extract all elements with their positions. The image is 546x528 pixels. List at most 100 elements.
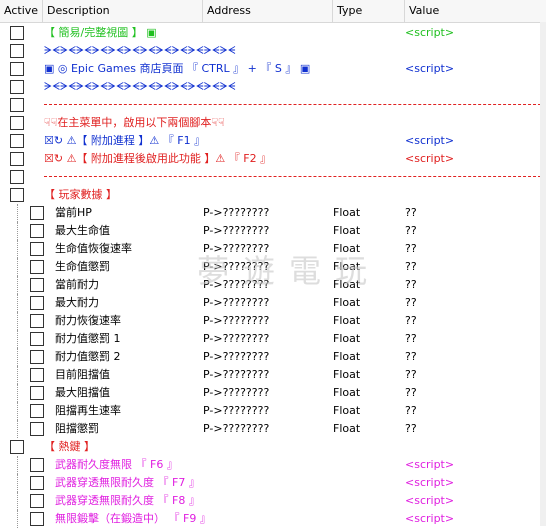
table-row[interactable]: ☟☟在主菜單中，啟用以下兩個腳本☟☟ [0, 114, 546, 132]
table-row[interactable]: 最大耐力 P->???????? Float?? [0, 294, 546, 312]
row-description: 生命值恢復速率 [55, 242, 132, 255]
table-row[interactable]: ▣ ◎ Epic Games 商店頁面 『 CTRL 』 + 『 S 』 ▣ <s… [0, 60, 546, 78]
row-value[interactable]: ?? [405, 384, 417, 402]
row-value[interactable]: ?? [405, 258, 417, 276]
row-value[interactable]: ?? [405, 294, 417, 312]
row-value[interactable]: ?? [405, 420, 417, 438]
row-value[interactable]: ?? [405, 204, 417, 222]
table-row[interactable]: 【 簡易/完整視圖 】 ▣ <script> [0, 24, 546, 42]
active-checkbox[interactable] [10, 440, 24, 454]
active-checkbox[interactable] [10, 170, 24, 184]
table-row[interactable]: 耐力恢復速率 P->???????? Float?? [0, 312, 546, 330]
active-checkbox[interactable] [10, 116, 24, 130]
tree-line [17, 456, 18, 474]
active-checkbox[interactable] [10, 44, 24, 58]
active-checkbox[interactable] [30, 368, 44, 382]
table-row[interactable]: 目前阻擋值 P->???????? Float?? [0, 366, 546, 384]
row-value[interactable]: <script> [405, 492, 454, 510]
active-checkbox[interactable] [30, 314, 44, 328]
row-type: Float [333, 350, 361, 363]
row-value[interactable]: <script> [405, 510, 454, 528]
active-checkbox[interactable] [10, 62, 24, 76]
tree-line [17, 348, 18, 366]
row-description: 目前阻擋值 [55, 368, 110, 381]
separator-line [44, 104, 546, 105]
active-checkbox[interactable] [10, 152, 24, 166]
row-value[interactable]: ?? [405, 330, 417, 348]
active-checkbox[interactable] [30, 476, 44, 490]
row-value[interactable]: <script> [405, 474, 454, 492]
row-value[interactable]: <script> [405, 24, 454, 42]
active-checkbox[interactable] [30, 260, 44, 274]
row-type: Float [333, 404, 361, 417]
vertical-scrollbar[interactable] [540, 22, 546, 526]
row-value[interactable]: ?? [405, 240, 417, 258]
row-description: 當前耐力 [55, 278, 99, 291]
table-row[interactable]: ᗒᗕᗒᗕᗒᗕᗒᗕᗒᗕᗒᗕᗒᗕᗒᗕᗒᗕᗒᗕᗒᗕᗒᗕ [0, 42, 546, 60]
table-row[interactable] [0, 96, 546, 114]
active-checkbox[interactable] [30, 332, 44, 346]
table-row[interactable]: 最大阻擋值 P->???????? Float?? [0, 384, 546, 402]
row-value[interactable]: <script> [405, 60, 454, 78]
row-value[interactable]: ?? [405, 402, 417, 420]
tree-line [17, 330, 18, 348]
active-checkbox[interactable] [10, 98, 24, 112]
row-description: 武器穿透無限耐久度 『 F7 』 [55, 476, 200, 489]
active-checkbox[interactable] [30, 224, 44, 238]
row-value[interactable]: ?? [405, 312, 417, 330]
table-row[interactable]: ☒↻ ⚠【 附加進程後啟用此功能 】⚠ 『 F2 』 <script> [0, 150, 546, 168]
tree-line [17, 474, 18, 492]
active-checkbox[interactable] [10, 80, 24, 94]
active-checkbox[interactable] [10, 188, 24, 202]
table-row[interactable]: 最大生命值 P->???????? Float?? [0, 222, 546, 240]
active-checkbox[interactable] [30, 296, 44, 310]
row-description: 【 熱鍵 】 [44, 440, 95, 453]
column-header-address[interactable]: Address [203, 0, 333, 22]
active-checkbox[interactable] [10, 134, 24, 148]
column-header-value[interactable]: Value [405, 0, 546, 22]
table-row[interactable]: 武器穿透無限耐久度 『 F8 』 <script> [0, 492, 546, 510]
row-value[interactable]: ?? [405, 222, 417, 240]
active-checkbox[interactable] [30, 350, 44, 364]
table-row[interactable]: 【 玩家數據 】 [0, 186, 546, 204]
row-value[interactable]: ?? [405, 348, 417, 366]
table-row[interactable]: 武器耐久度無限 『 F6 』 <script> [0, 456, 546, 474]
tree-line [17, 240, 18, 258]
active-checkbox[interactable] [30, 242, 44, 256]
table-row[interactable]: ☒↻ ⚠【 附加進程 】⚠ 『 F1 』 <script> [0, 132, 546, 150]
table-row[interactable]: ᗒᗕᗒᗕᗒᗕᗒᗕᗒᗕᗒᗕᗒᗕᗒᗕᗒᗕᗒᗕᗒᗕᗒᗕ [0, 78, 546, 96]
row-value[interactable]: <script> [405, 456, 454, 474]
active-checkbox[interactable] [30, 404, 44, 418]
table-row[interactable]: 阻擋懲罰 P->???????? Float?? [0, 420, 546, 438]
active-checkbox[interactable] [30, 494, 44, 508]
row-description: 無限鍛擊（在鍛造中） 『 F9 』 [55, 512, 211, 525]
active-checkbox[interactable] [30, 206, 44, 220]
column-header-active[interactable]: Active [0, 0, 43, 22]
table-row[interactable]: 【 熱鍵 】 [0, 438, 546, 456]
table-row[interactable] [0, 168, 546, 186]
active-checkbox[interactable] [30, 386, 44, 400]
table-row[interactable]: 耐力值懲罰 2 P->???????? Float?? [0, 348, 546, 366]
table-row[interactable]: 武器穿透無限耐久度 『 F7 』 <script> [0, 474, 546, 492]
active-checkbox[interactable] [30, 278, 44, 292]
active-checkbox[interactable] [30, 458, 44, 472]
row-value[interactable]: ?? [405, 366, 417, 384]
row-address: P->???????? [203, 206, 270, 219]
row-value[interactable]: <script> [405, 132, 454, 150]
table-row[interactable]: 耐力值懲罰 1 P->???????? Float?? [0, 330, 546, 348]
row-description: 耐力恢復速率 [55, 314, 121, 327]
column-header-type[interactable]: Type [333, 0, 405, 22]
tree-line [17, 312, 18, 330]
row-address: P->???????? [203, 404, 270, 417]
row-value[interactable]: ?? [405, 276, 417, 294]
table-row[interactable]: 當前HP P->???????? Float?? [0, 204, 546, 222]
row-description: 阻擋懲罰 [55, 422, 99, 435]
row-value[interactable]: <script> [405, 150, 454, 168]
table-row[interactable]: 阻擋再生速率 P->???????? Float?? [0, 402, 546, 420]
column-header-bar: Active Description Address Type Value [0, 0, 546, 23]
active-checkbox[interactable] [10, 26, 24, 40]
active-checkbox[interactable] [30, 422, 44, 436]
table-row[interactable]: 無限鍛擊（在鍛造中） 『 F9 』 <script> [0, 510, 546, 528]
column-header-description[interactable]: Description [43, 0, 203, 22]
active-checkbox[interactable] [30, 512, 44, 526]
